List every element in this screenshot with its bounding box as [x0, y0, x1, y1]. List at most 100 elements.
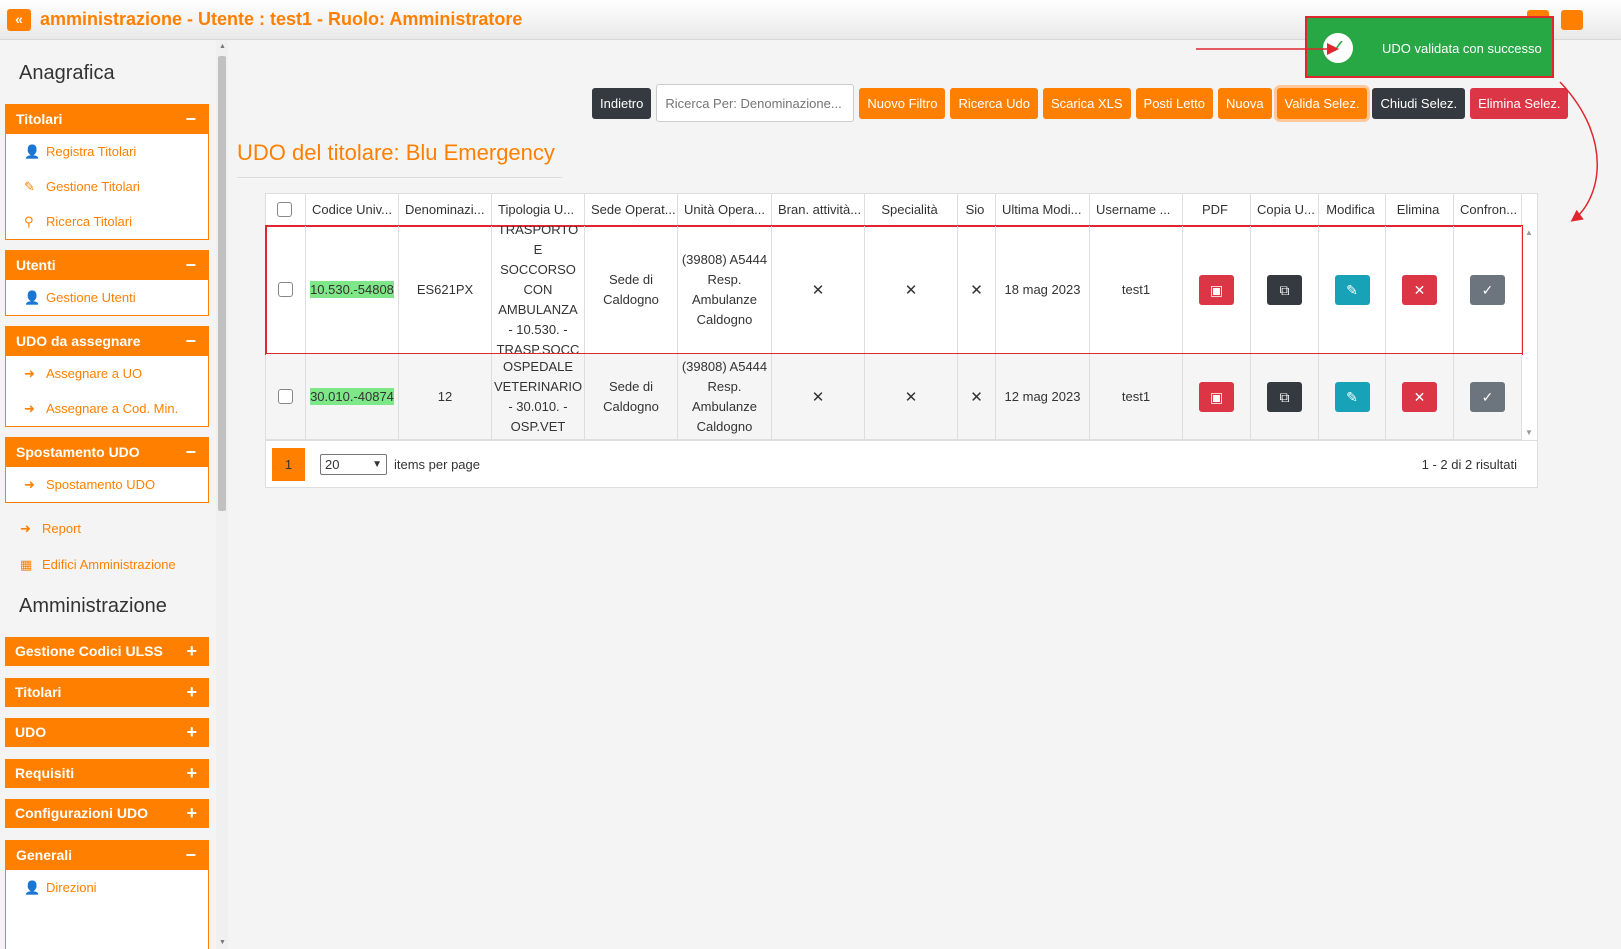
- row-checkbox[interactable]: [278, 282, 293, 297]
- table-row[interactable]: 10.530.-54808 ES621PX TRASPORTO E SOCCOR…: [265, 225, 1523, 355]
- collapse-icon[interactable]: −: [185, 105, 196, 134]
- cell-sio: ✕: [958, 354, 996, 439]
- sidebar-link-report[interactable]: ➜ Report: [20, 521, 81, 537]
- new-button[interactable]: Nuova: [1217, 87, 1272, 119]
- sidebar-group-header[interactable]: Configurazioni UDO +: [5, 799, 209, 828]
- pdf-icon[interactable]: ▣: [1199, 274, 1234, 305]
- search-icon: ⚲: [24, 214, 34, 229]
- search-input[interactable]: [656, 84, 855, 122]
- delete-selected-button[interactable]: Elimina Selez.: [1470, 87, 1569, 119]
- column-header[interactable]: Sede Operat...: [585, 194, 678, 225]
- column-header[interactable]: PDF: [1183, 194, 1251, 225]
- cell-unita: (39808) A5444 Resp. Ambulanze Caldogno: [678, 354, 772, 439]
- collapse-icon[interactable]: −: [185, 327, 196, 356]
- toast-message: UDO validata con successo: [1382, 41, 1542, 56]
- grid-scrollbar[interactable]: ▲ ▼: [1521, 226, 1537, 439]
- collapse-icon[interactable]: −: [185, 438, 196, 467]
- page-number-button[interactable]: 1: [272, 448, 305, 481]
- column-header[interactable]: Username ...: [1090, 194, 1183, 225]
- page-header-title: amministrazione - Utente : test1 - Ruolo…: [40, 9, 523, 29]
- sidebar-link-edifici[interactable]: ▦ Edifici Amministrazione: [20, 557, 176, 573]
- edit-icon[interactable]: ✎: [1334, 274, 1370, 305]
- sidebar-group-header[interactable]: Titolari −: [6, 105, 208, 134]
- search-udo-button[interactable]: Ricerca Udo: [950, 87, 1038, 119]
- cell-elimina: ✕: [1386, 226, 1454, 353]
- scroll-up-icon[interactable]: ▲: [1525, 228, 1533, 237]
- expand-icon[interactable]: +: [186, 718, 197, 747]
- sidebar-item-gestione-utenti[interactable]: 👤 Gestione Utenti: [6, 280, 208, 315]
- sidebar-group-header[interactable]: UDO +: [5, 718, 209, 747]
- sidebar-item-gestione-titolari[interactable]: ✎ Gestione Titolari: [6, 169, 208, 204]
- close-icon[interactable]: ✕: [1402, 381, 1437, 412]
- scroll-down-icon[interactable]: ▼: [219, 939, 226, 946]
- column-header[interactable]: Elimina: [1386, 194, 1454, 225]
- sidebar-group-header[interactable]: Requisiti +: [5, 759, 209, 788]
- back-button[interactable]: Indietro: [592, 87, 652, 119]
- sidebar-item-direzioni[interactable]: 👤 Direzioni: [6, 870, 208, 905]
- sidebar-item-spostamento-udo[interactable]: ➜ Spostamento UDO: [6, 467, 208, 502]
- column-header[interactable]: Unità Opera...: [678, 194, 772, 225]
- expand-icon[interactable]: +: [186, 799, 197, 828]
- table-row[interactable]: 30.010.-40874 12 OSPEDALE VETERINARIO - …: [266, 354, 1522, 440]
- cell-copia: ⧉: [1251, 354, 1319, 439]
- column-header[interactable]: Copia U...: [1251, 194, 1319, 225]
- scroll-down-icon[interactable]: ▼: [1525, 428, 1533, 437]
- sidebar-item-assegnare-uo[interactable]: ➜ Assegnare a UO: [6, 356, 208, 391]
- collapse-icon[interactable]: −: [185, 251, 196, 280]
- sidebar-group-utenti: Utenti − 👤 Gestione Utenti: [5, 250, 209, 316]
- expand-icon[interactable]: +: [186, 637, 197, 666]
- row-checkbox[interactable]: [278, 389, 293, 404]
- expand-icon[interactable]: +: [186, 759, 197, 788]
- column-header[interactable]: Bran. attività...: [772, 194, 865, 225]
- download-xls-button[interactable]: Scarica XLS: [1042, 87, 1131, 119]
- copy-icon[interactable]: ⧉: [1267, 274, 1302, 305]
- sidebar-group-header[interactable]: Titolari +: [5, 678, 209, 707]
- check-circle-icon: ✓: [1323, 33, 1353, 63]
- sidebar-item-registra-titolari[interactable]: 👤 Registra Titolari: [6, 134, 208, 169]
- scroll-up-icon[interactable]: ▲: [219, 43, 226, 50]
- column-header[interactable]: Ultima Modi...: [996, 194, 1090, 225]
- cell-specialita: ✕: [865, 226, 958, 353]
- sidebar-group-configurazioni-udo: Configurazioni UDO +: [5, 799, 209, 828]
- column-header[interactable]: Codice Univ...: [306, 194, 399, 225]
- close-selected-button[interactable]: Chiudi Selez.: [1372, 87, 1466, 119]
- column-header[interactable]: Denominazi...: [399, 194, 492, 225]
- column-header[interactable]: Sio: [958, 194, 996, 225]
- collapse-icon[interactable]: −: [185, 841, 196, 870]
- page-size-select[interactable]: 20 ▼: [320, 454, 387, 475]
- check-icon[interactable]: ✓: [1470, 381, 1505, 412]
- edit-icon: ✎: [24, 179, 35, 194]
- column-header[interactable]: Specialità: [865, 194, 958, 225]
- collapse-sidebar-button[interactable]: «: [7, 9, 31, 31]
- sidebar-scrollbar[interactable]: ▲ ▼: [216, 40, 228, 949]
- new-filter-button[interactable]: Nuovo Filtro: [859, 87, 946, 119]
- sidebar-group-header[interactable]: Spostamento UDO −: [6, 438, 208, 467]
- column-header[interactable]: Modifica: [1319, 194, 1386, 225]
- sidebar-group-header[interactable]: Utenti −: [6, 251, 208, 280]
- cell-codice: 30.010.-40874: [306, 354, 399, 439]
- cell-username: test1: [1090, 226, 1183, 353]
- sidebar-item-ricerca-titolari[interactable]: ⚲ Ricerca Titolari: [6, 204, 208, 239]
- sidebar-group-header[interactable]: Gestione Codici ULSS +: [5, 637, 209, 666]
- sidebar-group-header[interactable]: Generali −: [6, 841, 208, 870]
- column-header[interactable]: Tipologia U...: [492, 194, 585, 225]
- column-header[interactable]: Confron...: [1454, 194, 1522, 225]
- arrow-right-icon: ➜: [20, 521, 31, 536]
- cell-specialita: ✕: [865, 354, 958, 439]
- toolbar: Indietro Nuovo Filtro Ricerca Udo Scaric…: [592, 84, 1569, 122]
- expand-icon[interactable]: +: [186, 678, 197, 707]
- pdf-icon[interactable]: ▣: [1199, 381, 1234, 412]
- validate-selected-button[interactable]: Valida Selez.: [1276, 87, 1368, 119]
- cell-tipologia: TRASPORTO E SOCCORSO CON AMBULANZA - 10.…: [492, 226, 585, 353]
- check-icon[interactable]: ✓: [1470, 274, 1505, 305]
- logout-icon[interactable]: [1561, 10, 1583, 30]
- success-toast[interactable]: ✓ UDO validata con successo: [1305, 16, 1554, 78]
- beds-button[interactable]: Posti Letto: [1135, 87, 1213, 119]
- copy-icon[interactable]: ⧉: [1267, 381, 1302, 412]
- close-icon[interactable]: ✕: [1402, 274, 1437, 305]
- sidebar-item-assegnare-cod-min[interactable]: ➜ Assegnare a Cod. Min.: [6, 391, 208, 426]
- edit-icon[interactable]: ✎: [1334, 381, 1370, 412]
- scrollbar-thumb[interactable]: [218, 56, 226, 511]
- select-all-checkbox[interactable]: [276, 202, 292, 217]
- sidebar-group-header[interactable]: UDO da assegnare −: [6, 327, 208, 356]
